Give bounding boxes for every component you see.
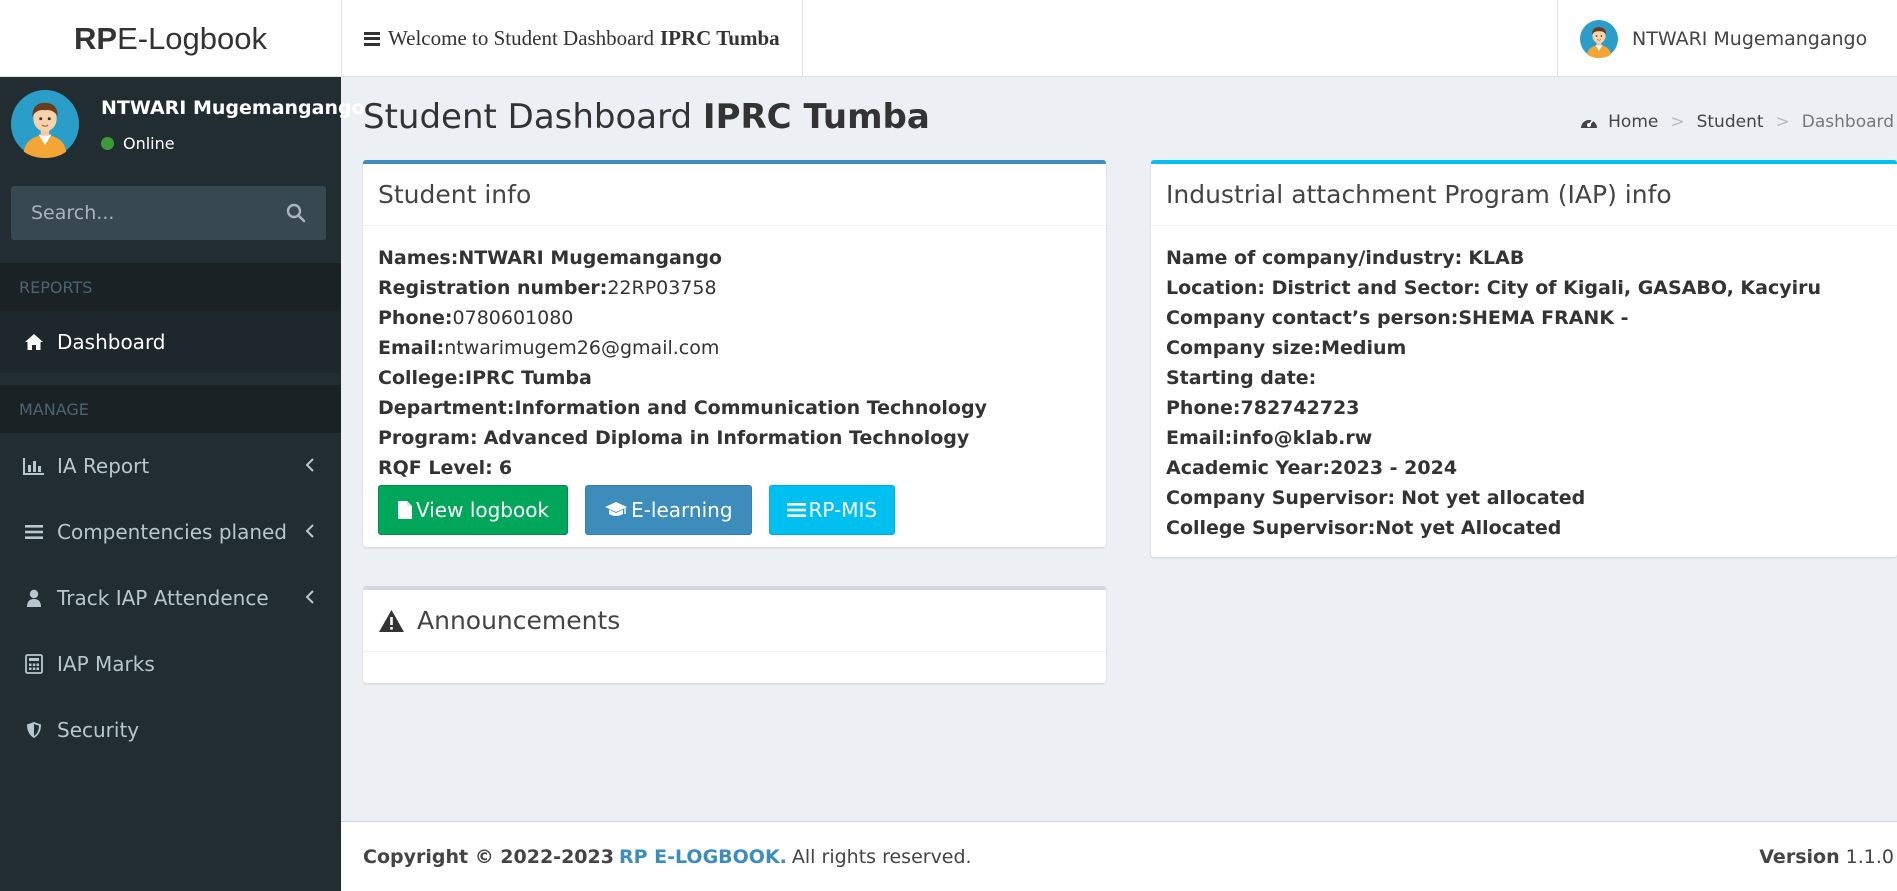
file-icon	[398, 501, 412, 519]
footer-version: Version 1.1.0	[1759, 846, 1894, 868]
sidebar-item-competencies[interactable]: Compentencies planed	[0, 501, 341, 563]
list-icon	[786, 503, 806, 517]
chevron-left-icon	[305, 590, 314, 604]
logo-strong: RP	[73, 20, 118, 56]
iap-company: Name of company/industry: KLAB	[1166, 247, 1525, 269]
online-dot-icon	[101, 137, 114, 150]
sidebar-header-reports: REPORTS	[0, 263, 341, 311]
iap-contact-person: Company contact’s person:SHEMA FRANK -	[1166, 307, 1629, 329]
avatar-icon	[1580, 20, 1618, 58]
home-icon	[22, 332, 45, 352]
view-logbook-button[interactable]: View logbook	[378, 485, 569, 535]
student-program: Program: Advanced Diploma in Information…	[378, 427, 970, 449]
welcome-text: Welcome to Student Dashboard	[388, 26, 654, 50]
iap-info-box: Industrial attachment Program (IAP) info…	[1151, 160, 1897, 557]
footer: Copyright © 2022-2023 RP E-LOGBOOK. All …	[341, 821, 1897, 891]
sidebar-item-label: IA Report	[57, 454, 150, 478]
user-menu-name: NTWARI Mugemangango	[1632, 27, 1868, 50]
page-title: Student Dashboard IPRC Tumba	[363, 97, 930, 137]
iap-college-supervisor: College Supervisor:Not yet Allocated	[1166, 517, 1562, 539]
breadcrumb-student[interactable]: Student	[1697, 112, 1764, 132]
student-college: College:IPRC Tumba	[378, 367, 592, 389]
student-registration: Registration number:22RP03758	[378, 277, 717, 299]
sidebar-item-label: Track IAP Attendence	[57, 586, 269, 610]
footer-copyright: Copyright © 2022-2023	[363, 845, 614, 868]
student-actions: View logbook E-learning RP-MIS	[378, 485, 1091, 535]
calculator-icon	[22, 654, 45, 674]
graduation-cap-icon	[605, 502, 628, 516]
shield-icon	[22, 720, 45, 740]
iap-info-body: Name of company/industry: KLAB Location:…	[1151, 226, 1897, 543]
iap-info-title: Industrial attachment Program (IAP) info	[1151, 164, 1897, 226]
student-info-body: Names:NTWARI Mugemangango Registration n…	[363, 226, 1106, 535]
top-navbar: RP E-Logbook Welcome to Student Dashboard…	[0, 0, 1897, 77]
avatar-icon	[11, 90, 79, 158]
student-info-title: Student info	[363, 164, 1106, 226]
sidebar-item-track-attendance[interactable]: Track IAP Attendence	[0, 567, 341, 629]
logo-rest: E-Logbook	[117, 20, 268, 56]
student-email: Email:ntwarimugem26@gmail.com	[378, 337, 720, 359]
iap-academic-year: Academic Year:2023 - 2024	[1166, 457, 1458, 479]
online-status-label: Online	[123, 134, 175, 153]
sidebar-item-label: Compentencies planed	[57, 520, 287, 544]
list-icon	[22, 522, 45, 542]
version-value: 1.1.0	[1845, 846, 1894, 868]
breadcrumb: Home > Student > Dashboard	[1580, 112, 1894, 132]
sidebar-header-manage: MANAGE	[0, 385, 341, 433]
warning-icon	[379, 609, 404, 632]
footer-brand-link[interactable]: RP E-LOGBOOK.	[619, 846, 787, 868]
sidebar-item-iap-marks[interactable]: IAP Marks	[0, 633, 341, 695]
chevron-left-icon	[305, 458, 314, 472]
sidebar-toggle-icon[interactable]	[364, 31, 380, 46]
page-title-strong: IPRC Tumba	[702, 97, 930, 137]
dashboard-icon	[1581, 119, 1598, 128]
breadcrumb-separator: >	[1775, 112, 1790, 132]
iap-starting-date: Starting date:	[1166, 367, 1317, 389]
student-info-box: Student info Names:NTWARI Mugemangango R…	[363, 160, 1106, 547]
sidebar-item-ia-report[interactable]: IA Report	[0, 435, 341, 497]
student-phone: Phone:0780601080	[378, 307, 574, 329]
user-menu[interactable]: NTWARI Mugemangango	[1557, 0, 1897, 77]
online-status: Online	[101, 134, 175, 153]
welcome-strong: IPRC Tumba	[660, 26, 780, 50]
announcements-header: Announcements	[363, 590, 1106, 652]
iap-company-supervisor: Company Supervisor: Not yet allocated	[1166, 487, 1586, 509]
announcements-box: Announcements	[363, 586, 1106, 683]
breadcrumb-separator: >	[1670, 112, 1685, 132]
rp-mis-button[interactable]: RP-MIS	[768, 485, 896, 535]
student-names: Names:NTWARI Mugemangango	[378, 247, 722, 269]
app-logo[interactable]: RP E-Logbook	[0, 0, 341, 77]
sidebar-item-label: Dashboard	[57, 330, 166, 354]
breadcrumb-current: Dashboard	[1801, 112, 1894, 132]
iap-location: Location: District and Sector: City of K…	[1166, 277, 1822, 299]
footer-rights: All rights reserved.	[791, 845, 972, 868]
breadcrumb-home[interactable]: Home	[1608, 112, 1658, 132]
iap-email: Email:info@klab.rw	[1166, 427, 1373, 449]
welcome-banner: Welcome to Student Dashboard IPRC Tumba	[341, 0, 803, 77]
student-rqf-level: RQF Level: 6	[378, 457, 513, 479]
sidebar: NTWARI Mugemangango Online Search... REP…	[0, 77, 365, 891]
elearning-button[interactable]: E-learning	[585, 485, 752, 535]
chevron-left-icon	[305, 524, 314, 538]
bar-chart-icon	[22, 456, 45, 476]
sidebar-user-name: NTWARI Mugemangango	[101, 97, 365, 119]
sidebar-item-label: IAP Marks	[57, 652, 155, 676]
user-icon	[22, 588, 45, 608]
iap-phone: Phone:782742723	[1166, 397, 1360, 419]
search-placeholder: Search...	[31, 202, 115, 224]
student-department: Department:Information and Communication…	[378, 397, 987, 419]
page-title-text: Student Dashboard	[363, 97, 693, 137]
announcements-title: Announcements	[417, 606, 621, 635]
version-label: Version	[1759, 846, 1840, 868]
search-icon[interactable]	[286, 203, 306, 223]
sidebar-item-label: Security	[57, 718, 140, 742]
sidebar-item-security[interactable]: Security	[0, 699, 341, 761]
sidebar-item-dashboard[interactable]: Dashboard	[0, 311, 341, 373]
iap-company-size: Company size:Medium	[1166, 337, 1407, 359]
user-panel: NTWARI Mugemangango Online	[0, 77, 365, 177]
sidebar-search-input[interactable]: Search...	[11, 186, 326, 240]
